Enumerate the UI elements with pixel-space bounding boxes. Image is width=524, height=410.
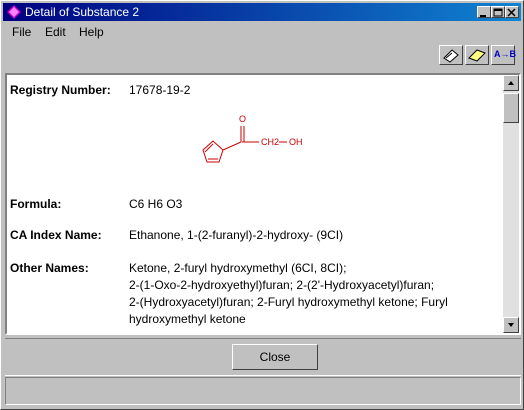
- menu-edit[interactable]: Edit: [45, 25, 66, 39]
- close-window-button[interactable]: [505, 6, 519, 18]
- window-title: Detail of Substance 2: [25, 5, 140, 19]
- close-icon: [507, 8, 516, 17]
- ch2-label: CH2: [261, 137, 279, 147]
- vertical-scrollbar[interactable]: [503, 75, 519, 333]
- scroll-up-icon: [508, 81, 514, 85]
- minimize-icon: [480, 15, 486, 17]
- structure-diagram: O CH2 OH: [202, 114, 303, 163]
- maximize-icon: [493, 8, 503, 17]
- formula-label: Formula:: [10, 197, 62, 211]
- minimize-button[interactable]: [477, 6, 491, 18]
- registry-number-label: Registry Number:: [10, 83, 111, 97]
- eraser-icon: [468, 49, 486, 62]
- other-names-line: 2-(1-Oxo-2-hydroxyethyl)furan; 2-(2'-Hyd…: [129, 278, 435, 292]
- title-bar[interactable]: Detail of Substance 2: [3, 3, 521, 21]
- other-names-label: Other Names:: [10, 261, 89, 275]
- clear-button[interactable]: [439, 45, 463, 65]
- other-names-line: 2-(Hydroxyacetyl)furan; 2-Furyl hydroxym…: [129, 295, 448, 309]
- other-names-line: Ketone, 2-furyl hydroxymethyl (6CI, 8CI)…: [129, 261, 347, 275]
- carbonyl-o-label: O: [239, 114, 246, 124]
- scroll-down-icon: [508, 323, 514, 327]
- substance-detail-panel: Registry Number: 17678-19-2 O CH2 OH For…: [5, 73, 521, 335]
- oh-label: OH: [289, 137, 303, 147]
- ca-index-name-label: CA Index Name:: [10, 228, 102, 242]
- scroll-down-button[interactable]: [503, 317, 519, 333]
- maximize-button[interactable]: [491, 6, 505, 18]
- scroll-up-button[interactable]: [503, 75, 519, 91]
- scroll-thumb[interactable]: [503, 93, 519, 123]
- other-names-value: Ketone, 2-furyl hydroxymethyl (6CI, 8CI)…: [129, 260, 499, 328]
- ab-icon: A→B: [494, 49, 516, 59]
- menu-help[interactable]: Help: [79, 25, 104, 39]
- clear-icon: [443, 49, 459, 63]
- registry-number-value: 17678-19-2: [129, 83, 191, 97]
- ca-index-name-value: Ethanone, 1-(2-furanyl)-2-hydroxy- (9CI): [129, 228, 344, 242]
- status-bar: [5, 377, 521, 405]
- eraser-button[interactable]: [465, 45, 489, 65]
- app-diamond-icon: [7, 5, 21, 19]
- button-area: Close: [5, 338, 521, 376]
- other-names-line: hydroxymethyl ketone: [129, 312, 246, 326]
- menu-bar: File Edit Help: [3, 23, 521, 41]
- formula-value: C6 H6 O3: [129, 197, 183, 211]
- menu-file[interactable]: File: [12, 25, 31, 39]
- ab-button[interactable]: A→B: [491, 45, 516, 65]
- close-button[interactable]: Close: [232, 344, 318, 370]
- substance-detail-window: Detail of Substance 2 File Edit Help A→B…: [0, 0, 524, 410]
